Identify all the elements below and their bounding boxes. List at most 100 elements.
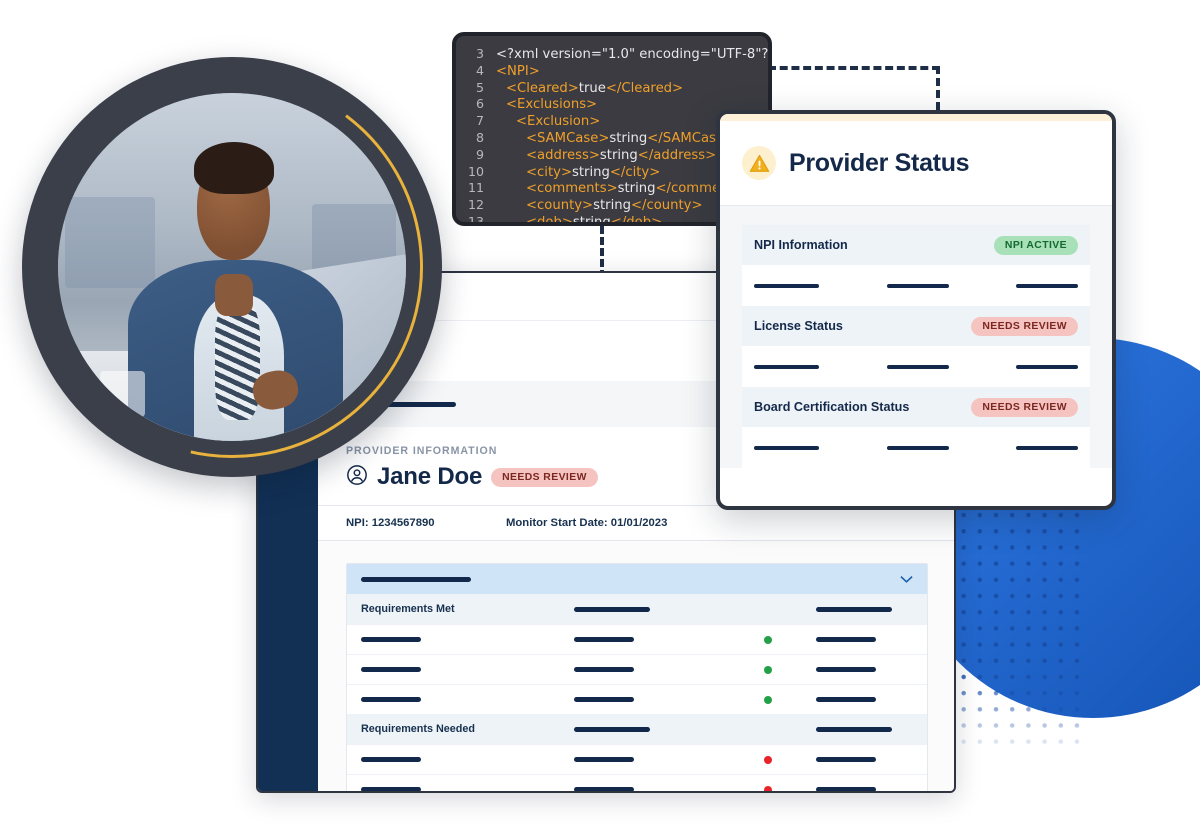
placeholder-bar xyxy=(574,697,635,702)
table-cell xyxy=(574,787,719,791)
table-row[interactable] xyxy=(347,744,927,774)
placeholder-bar xyxy=(574,757,635,762)
code-line-text: <SAMCase>string</SAMCase> xyxy=(526,130,736,146)
placeholder-bar xyxy=(574,667,635,672)
code-line-text: <city>string</city> xyxy=(526,164,661,180)
table-cell xyxy=(574,726,719,732)
placeholder-bar xyxy=(816,637,877,642)
placeholder-bar xyxy=(361,576,471,582)
table-cell xyxy=(574,667,719,672)
placeholder-bar xyxy=(886,364,949,369)
code-line-text: <Cleared>true</Cleared> xyxy=(506,80,684,96)
code-line-text: <county>string</county> xyxy=(526,198,703,214)
status-rows: NPI Information NPI ACTIVE License Status N… xyxy=(742,225,1090,468)
table-cell xyxy=(574,697,719,702)
table-cell xyxy=(816,667,913,672)
placeholder-bar xyxy=(361,637,421,642)
status-row-placeholders xyxy=(742,265,1090,306)
placeholder-bar xyxy=(816,787,877,791)
placeholder-bar xyxy=(754,283,819,288)
connector-top-horizontal xyxy=(768,66,940,70)
table-row[interactable] xyxy=(347,684,927,714)
status-row-placeholders xyxy=(742,346,1090,387)
placeholder-bar xyxy=(361,667,421,672)
status-card-accent-bar xyxy=(720,114,1112,121)
table-section-header: Requirements Met xyxy=(347,594,927,624)
code-line-text: <comments>string</comments> xyxy=(526,181,752,197)
table-cell xyxy=(361,757,574,762)
placeholder-bar xyxy=(816,726,893,732)
status-row-label: License Status xyxy=(754,319,843,333)
placeholder-bar xyxy=(816,757,877,762)
table-cell xyxy=(361,787,574,791)
hero-illustration: 3 <?xml version="1.0" encoding="UTF-8"?> 4… xyxy=(0,0,1200,826)
table-row[interactable] xyxy=(347,654,927,684)
code-line-text: <?xml version="1.0" encoding="UTF-8"?> xyxy=(496,47,772,62)
status-badge: NEEDS REVIEW xyxy=(971,316,1078,336)
placeholder-bar xyxy=(816,606,893,612)
placeholder-bar xyxy=(574,606,651,612)
placeholder-bar xyxy=(574,787,635,791)
provider-meta-row: NPI: 1234567890 Monitor Start Date: 01/0… xyxy=(318,505,954,541)
table-section-header: Requirements Needed xyxy=(347,714,927,744)
code-line-text: <Exclusions> xyxy=(506,97,598,113)
code-line-number: 8 xyxy=(475,129,484,145)
table-cell xyxy=(361,697,574,702)
placeholder-bar xyxy=(754,364,819,369)
status-dot-bad xyxy=(763,755,772,764)
code-line-number: 6 xyxy=(475,96,484,112)
placeholder-bar xyxy=(1016,283,1078,288)
code-line-number: 12 xyxy=(467,197,484,213)
status-row[interactable]: License Status NEEDS REVIEW xyxy=(742,306,1090,346)
table-row[interactable] xyxy=(347,624,927,654)
table-cell xyxy=(816,637,913,642)
status-row-label: Board Certification Status xyxy=(754,400,910,414)
table-cell xyxy=(719,781,816,791)
provider-npi: NPI: 1234567890 xyxy=(346,517,435,529)
placeholder-bar xyxy=(1016,445,1078,450)
placeholder-bar xyxy=(754,445,819,450)
table-cell xyxy=(816,757,913,762)
provider-status-card: Provider Status NPI Information NPI ACTIV… xyxy=(716,110,1116,510)
status-card-header: Provider Status xyxy=(720,121,1112,206)
table-cell xyxy=(574,757,719,762)
code-line-number: 13 xyxy=(467,213,484,226)
status-dot-ok xyxy=(763,635,772,644)
table-cell xyxy=(719,691,816,709)
placeholder-bar xyxy=(361,697,421,702)
placeholder-bar xyxy=(1016,364,1078,369)
table-cell xyxy=(719,661,816,679)
code-line-number: 3 xyxy=(475,46,484,61)
provider-photo xyxy=(58,93,406,441)
chevron-down-icon[interactable] xyxy=(900,573,913,586)
placeholder-bar xyxy=(361,787,421,791)
code-line: 4 <NPI> xyxy=(456,63,768,80)
table-cell xyxy=(816,726,913,732)
status-dot-ok xyxy=(763,695,772,704)
placeholder-bar xyxy=(574,637,635,642)
table-cell xyxy=(816,606,913,612)
requirements-table-header[interactable] xyxy=(347,564,927,594)
status-row[interactable]: Board Certification Status NEEDS REVIEW xyxy=(742,387,1090,427)
table-cell xyxy=(361,637,574,642)
table-cell xyxy=(816,697,913,702)
user-avatar-icon xyxy=(346,464,368,491)
placeholder-bar xyxy=(361,757,421,762)
placeholder-bar xyxy=(886,445,949,450)
status-row-label: NPI Information xyxy=(754,238,848,252)
status-row[interactable]: NPI Information NPI ACTIVE xyxy=(742,225,1090,265)
placeholder-bar xyxy=(574,726,651,732)
code-line-number: 10 xyxy=(467,163,484,179)
table-cell xyxy=(816,787,913,791)
status-dot-ok xyxy=(763,665,772,674)
requirements-table-wrap: Requirements Met Requirements Needed xyxy=(318,541,954,791)
provider-name: Jane Doe xyxy=(377,463,483,490)
code-line-number: 9 xyxy=(475,146,484,162)
table-cell xyxy=(361,667,574,672)
code-line-text: <dob>string</dob> xyxy=(526,214,663,226)
provider-monitor-start-date: Monitor Start Date: 01/01/2023 xyxy=(506,517,668,529)
table-section-label: Requirements Needed xyxy=(361,723,475,735)
table-row[interactable] xyxy=(347,774,927,791)
placeholder-bar xyxy=(816,667,877,672)
code-line-number: 11 xyxy=(467,180,484,196)
